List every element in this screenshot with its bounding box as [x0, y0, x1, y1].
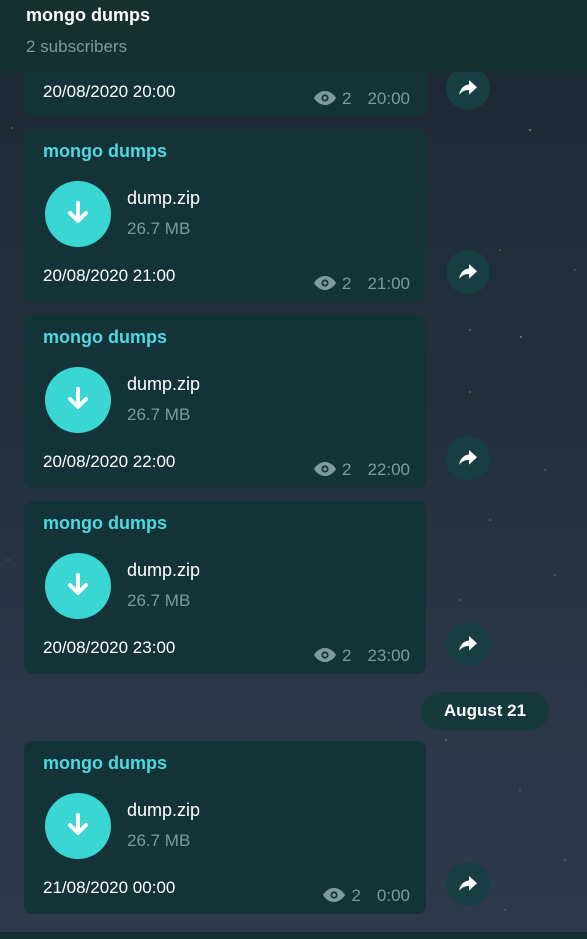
download-arrow-icon	[68, 201, 88, 223]
message-caption: 20/08/2020 21:00	[43, 266, 176, 285]
eye-icon	[313, 461, 336, 481]
message-time: 20:00	[367, 89, 410, 108]
message-caption: 20/08/2020 23:00	[43, 638, 176, 657]
message-meta: 2 20:00	[313, 89, 410, 110]
message-caption: 20/08/2020 20:00	[43, 82, 176, 101]
message-time: 21:00	[367, 274, 410, 293]
share-button[interactable]	[446, 436, 490, 480]
message-bubble: mongo dumps dump.zip 26.7 MB 20/08/2020 …	[24, 501, 426, 674]
sender-name[interactable]: mongo dumps	[43, 513, 167, 534]
share-arrow-icon	[459, 80, 477, 95]
download-button[interactable]	[45, 553, 111, 619]
download-arrow-icon	[68, 387, 88, 409]
eye-icon	[323, 887, 346, 907]
share-arrow-icon	[459, 636, 477, 651]
file-name[interactable]: dump.zip	[127, 374, 200, 395]
message-time: 0:00	[376, 886, 410, 905]
message-meta: 2 21:00	[313, 274, 410, 295]
file-name[interactable]: dump.zip	[127, 800, 200, 821]
file-name[interactable]: dump.zip	[127, 560, 200, 581]
message-bubble: mongo dumps dump.zip 26.7 MB 20/08/2020 …	[24, 315, 426, 488]
message-bubble: mongo dumps dump.zip 26.7 MB 21/08/2020 …	[24, 741, 426, 914]
file-size: 26.7 MB	[127, 405, 191, 424]
download-arrow-icon	[68, 813, 88, 835]
file-size: 26.7 MB	[127, 219, 191, 238]
share-arrow-icon	[459, 264, 477, 279]
date-separator: August 21	[421, 692, 549, 730]
view-count: 2	[341, 89, 352, 108]
view-count: 2	[341, 460, 352, 479]
file-name[interactable]: dump.zip	[127, 188, 200, 209]
view-count: 2	[351, 886, 361, 905]
eye-icon	[313, 647, 336, 667]
channel-header-overlay: mongo dumps 2 subscribers	[0, 0, 587, 72]
subscriber-count-overlay: 2 subscribers	[26, 37, 128, 56]
download-arrow-icon	[68, 573, 88, 595]
message-caption: 20/08/2020 22:00	[43, 452, 176, 471]
message-bubble: mongo dumps dump.zip 26.7 MB 20/08/2020 …	[24, 129, 426, 302]
message-meta: 2 0:00	[323, 886, 410, 906]
view-count: 2	[341, 646, 352, 665]
eye-icon	[313, 90, 336, 110]
channel-title-overlay: mongo dumps	[26, 5, 150, 25]
file-size: 26.7 MB	[127, 591, 191, 610]
share-button[interactable]	[446, 66, 490, 110]
message-caption: 21/08/2020 00:00	[43, 878, 176, 897]
message-time: 23:00	[367, 646, 410, 665]
view-count: 2	[341, 274, 352, 293]
message-meta: 2 22:00	[313, 460, 410, 481]
share-button[interactable]	[446, 862, 490, 906]
download-button[interactable]	[45, 181, 111, 247]
share-button[interactable]	[446, 622, 490, 666]
share-arrow-icon	[459, 876, 477, 891]
sender-name[interactable]: mongo dumps	[43, 141, 167, 162]
sender-name[interactable]: mongo dumps	[43, 327, 167, 348]
share-button[interactable]	[446, 250, 490, 294]
sender-name[interactable]: mongo dumps	[43, 753, 167, 774]
file-size: 26.7 MB	[127, 831, 191, 850]
download-button[interactable]	[45, 367, 111, 433]
eye-icon	[313, 275, 336, 295]
composer-bar-edge	[0, 932, 587, 939]
share-arrow-icon	[459, 450, 477, 465]
download-button[interactable]	[45, 793, 111, 859]
message-meta: 2 23:00	[313, 646, 410, 667]
message-time: 22:00	[367, 460, 410, 479]
